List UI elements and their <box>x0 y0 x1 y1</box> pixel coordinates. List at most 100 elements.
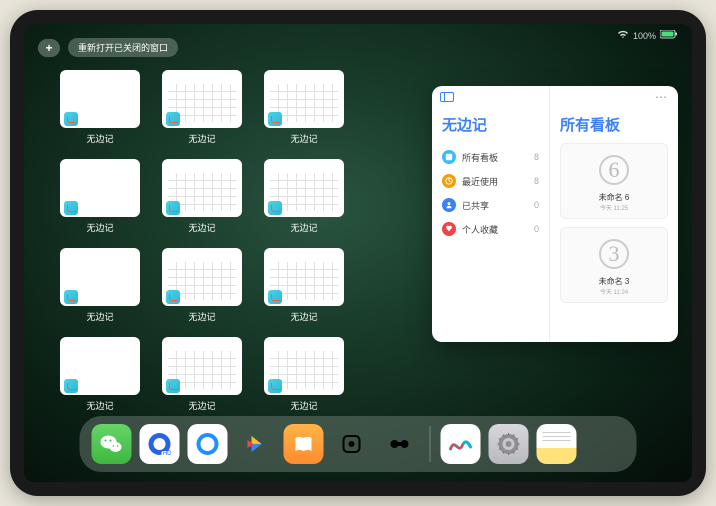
freeform-app-icon <box>268 290 282 304</box>
dock: HD <box>80 416 637 472</box>
board-card[interactable]: 6 未命名 6今天 11:25 <box>560 143 668 219</box>
tablet-frame: 100% + 重新打开已关闭的窗口 无边记无边记无边记无边记无边记无边记无边记无… <box>10 10 706 496</box>
window-thumbnail <box>60 248 140 306</box>
content-title: 所有看板 <box>560 114 668 135</box>
board-subtitle: 今天 11:25 <box>600 203 628 212</box>
dock-freeform-icon[interactable] <box>441 424 481 464</box>
screen: 100% + 重新打开已关闭的窗口 无边记无边记无边记无边记无边记无边记无边记无… <box>24 24 692 482</box>
panel-content: 所有看板 6 未命名 6今天 11:25 3 未命名 3今天 11:24 <box>550 86 678 342</box>
app-window-thumb[interactable]: 无边记 <box>264 248 344 323</box>
app-window-thumb[interactable]: 无边记 <box>60 248 140 323</box>
app-window-thumb[interactable]: 无边记 <box>162 159 242 234</box>
app-label: 无边记 <box>188 132 215 145</box>
sidebar-item-icon <box>442 222 456 236</box>
app-window-thumb[interactable]: 无边记 <box>162 70 242 145</box>
wifi-icon <box>617 30 629 41</box>
dock-notes-icon[interactable] <box>537 424 577 464</box>
freeform-app-icon <box>64 112 78 126</box>
window-thumbnail <box>264 248 344 306</box>
app-window-thumb[interactable]: 无边记 <box>162 337 242 412</box>
sidebar-item-label: 所有看板 <box>462 151 498 164</box>
sidebar-item-icon <box>442 174 456 188</box>
app-label: 无边记 <box>188 221 215 234</box>
window-thumbnail <box>60 159 140 217</box>
board-subtitle: 今天 11:24 <box>600 287 628 296</box>
app-label: 无边记 <box>86 310 113 323</box>
dock-dice-game-icon[interactable] <box>332 424 372 464</box>
dock-app-library-icon[interactable] <box>585 424 625 464</box>
sidebar-item-label: 已共享 <box>462 199 489 212</box>
dock-qq-hd-icon[interactable]: HD <box>140 424 180 464</box>
dock-books-icon[interactable] <box>284 424 324 464</box>
sidebar-item-count: 0 <box>534 224 539 234</box>
top-bar: + 重新打开已关闭的窗口 <box>38 38 178 57</box>
new-window-button[interactable]: + <box>38 39 60 57</box>
sidebar-item[interactable]: 已共享 0 <box>442 193 539 217</box>
sidebar-item-count: 0 <box>534 200 539 210</box>
panel-sidebar: 无边记 所有看板 8 最近使用 8 已共享 0 个人收藏 0 <box>432 86 550 342</box>
app-label: 无边记 <box>290 399 317 412</box>
sidebar-toggle-icon[interactable] <box>440 92 454 102</box>
reopen-closed-window-button[interactable]: 重新打开已关闭的窗口 <box>68 38 178 57</box>
dock-settings-icon[interactable] <box>489 424 529 464</box>
board-card[interactable]: 3 未命名 3今天 11:24 <box>560 227 668 303</box>
board-thumbnail: 6 <box>592 150 636 190</box>
app-label: 无边记 <box>86 399 113 412</box>
window-thumbnail <box>264 159 344 217</box>
app-window-thumb[interactable]: 无边记 <box>264 70 344 145</box>
window-thumbnail <box>162 70 242 128</box>
sidebar-item[interactable]: 最近使用 8 <box>442 169 539 193</box>
app-label: 无边记 <box>290 132 317 145</box>
window-thumbnail <box>162 248 242 306</box>
app-window-thumb[interactable]: 无边记 <box>264 159 344 234</box>
app-window-thumb[interactable]: 无边记 <box>264 337 344 412</box>
freeform-app-icon <box>268 112 282 126</box>
window-thumbnail <box>162 337 242 395</box>
app-label: 无边记 <box>188 399 215 412</box>
app-window-thumb[interactable]: 无边记 <box>60 337 140 412</box>
freeform-app-icon <box>64 201 78 215</box>
dock-media-app-icon[interactable] <box>380 424 420 464</box>
sidebar-item-count: 8 <box>534 152 539 162</box>
status-bar: 100% <box>617 30 678 41</box>
freeform-app-icon <box>64 290 78 304</box>
window-thumbnail <box>264 70 344 128</box>
app-window-thumb[interactable]: 无边记 <box>60 70 140 145</box>
freeform-app-icon <box>166 201 180 215</box>
app-label: 无边记 <box>86 132 113 145</box>
sidebar-item-label: 最近使用 <box>462 175 498 188</box>
app-switcher-grid: 无边记无边记无边记无边记无边记无边记无边记无边记无边记无边记无边记无边记 <box>60 70 344 412</box>
sidebar-item-count: 8 <box>534 176 539 186</box>
sidebar-item-label: 个人收藏 <box>462 223 498 236</box>
freeform-app-icon <box>268 201 282 215</box>
battery-icon <box>660 30 678 41</box>
window-thumbnail <box>162 159 242 217</box>
sidebar-title: 无边记 <box>442 114 539 135</box>
app-label: 无边记 <box>290 310 317 323</box>
app-window-thumb[interactable]: 无边记 <box>162 248 242 323</box>
freeform-app-icon <box>268 379 282 393</box>
dock-separator <box>430 426 431 462</box>
freeform-panel[interactable]: 无边记 所有看板8最近使用8已共享0个人收藏0 所有看板 6未命名 6今天 11… <box>432 86 678 342</box>
window-thumbnail <box>60 70 140 128</box>
sidebar-item[interactable]: 所有看板 8 <box>442 145 539 169</box>
window-thumbnail <box>264 337 344 395</box>
freeform-app-icon <box>166 290 180 304</box>
board-title: 未命名 6 <box>599 192 630 203</box>
dock-qq-icon[interactable] <box>188 424 228 464</box>
freeform-app-icon <box>166 379 180 393</box>
window-thumbnail <box>60 337 140 395</box>
dock-wechat-icon[interactable] <box>92 424 132 464</box>
app-label: 无边记 <box>86 221 113 234</box>
board-title: 未命名 3 <box>599 276 630 287</box>
board-thumbnail: 3 <box>592 234 636 274</box>
app-window-thumb[interactable]: 无边记 <box>60 159 140 234</box>
freeform-app-icon <box>166 112 180 126</box>
sidebar-item-icon <box>442 198 456 212</box>
dock-play-video-icon[interactable] <box>236 424 276 464</box>
sidebar-item-icon <box>442 150 456 164</box>
app-label: 无边记 <box>188 310 215 323</box>
freeform-app-icon <box>64 379 78 393</box>
sidebar-item[interactable]: 个人收藏 0 <box>442 217 539 241</box>
app-label: 无边记 <box>290 221 317 234</box>
